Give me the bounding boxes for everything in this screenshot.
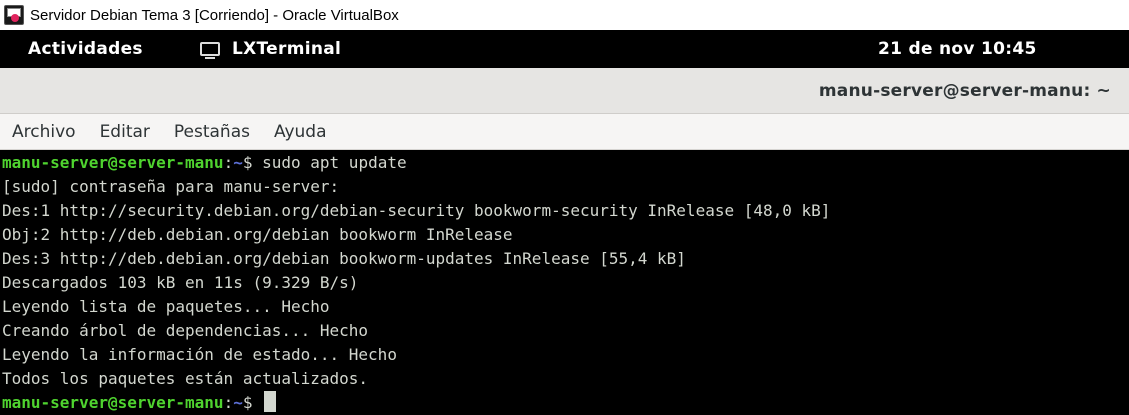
host-window-titlebar[interactable]: Servidor Debian Tema 3 [Corriendo] - Ora… — [0, 0, 1129, 30]
terminal-output-line: [sudo] contraseña para manu-server: — [2, 177, 340, 196]
terminal-output-line: Des:3 http://deb.debian.org/debian bookw… — [2, 249, 686, 268]
text-cursor — [264, 391, 277, 412]
prompt-user-host: manu-server@server-manu — [2, 153, 224, 172]
menu-ayuda[interactable]: Ayuda — [274, 122, 327, 142]
terminal-area[interactable]: manu-server@server-manu:~$ sudo apt upda… — [0, 151, 1129, 415]
prompt-path: ~ — [233, 393, 243, 412]
app-menu-button[interactable]: LXTerminal — [200, 30, 341, 68]
terminal-icon — [200, 42, 220, 59]
menu-bar: Archivo Editar Pestañas Ayuda — [0, 114, 1129, 150]
prompt-symbol: $ — [242, 393, 263, 412]
terminal-output-line: Des:1 http://security.debian.org/debian-… — [2, 201, 831, 220]
prompt-separator: : — [223, 393, 234, 412]
command-text: sudo apt update — [262, 153, 407, 172]
menu-editar[interactable]: Editar — [100, 122, 150, 142]
terminal-output-line: Leyendo lista de paquetes... Hecho — [2, 297, 330, 316]
window-titlebar[interactable]: manu-server@server-manu: ~ — [0, 68, 1129, 114]
menu-archivo[interactable]: Archivo — [12, 122, 76, 142]
terminal-output-line: Todos los paquetes están actualizados. — [2, 369, 369, 388]
terminal-output-line: Obj:2 http://deb.debian.org/debian bookw… — [2, 225, 513, 244]
prompt-separator: : — [223, 153, 234, 172]
terminal-output-line: Leyendo la información de estado... Hech… — [2, 345, 397, 364]
terminal-output-line: Creando árbol de dependencias... Hecho — [2, 321, 369, 340]
gnome-top-bar: Actividades LXTerminal 21 de nov 10:45 — [0, 30, 1129, 68]
prompt-user-host: manu-server@server-manu — [2, 393, 224, 412]
menu-pestanas[interactable]: Pestañas — [174, 122, 250, 142]
prompt-symbol: $ — [242, 153, 263, 172]
window-title: manu-server@server-manu: ~ — [818, 81, 1111, 101]
terminal-output-line: Descargados 103 kB en 11s (9.329 B/s) — [2, 273, 359, 292]
terminal-command-line: manu-server@server-manu:~$ sudo apt upda… — [2, 151, 407, 175]
app-menu-label: LXTerminal — [232, 39, 342, 59]
prompt-path: ~ — [233, 153, 243, 172]
virtualbox-icon — [4, 5, 24, 25]
host-window-title: Servidor Debian Tema 3 [Corriendo] - Ora… — [30, 6, 399, 24]
clock[interactable]: 21 de nov 10:45 — [878, 30, 1037, 68]
terminal-prompt-line[interactable]: manu-server@server-manu:~$ — [2, 391, 277, 415]
activities-button[interactable]: Actividades — [28, 30, 143, 68]
